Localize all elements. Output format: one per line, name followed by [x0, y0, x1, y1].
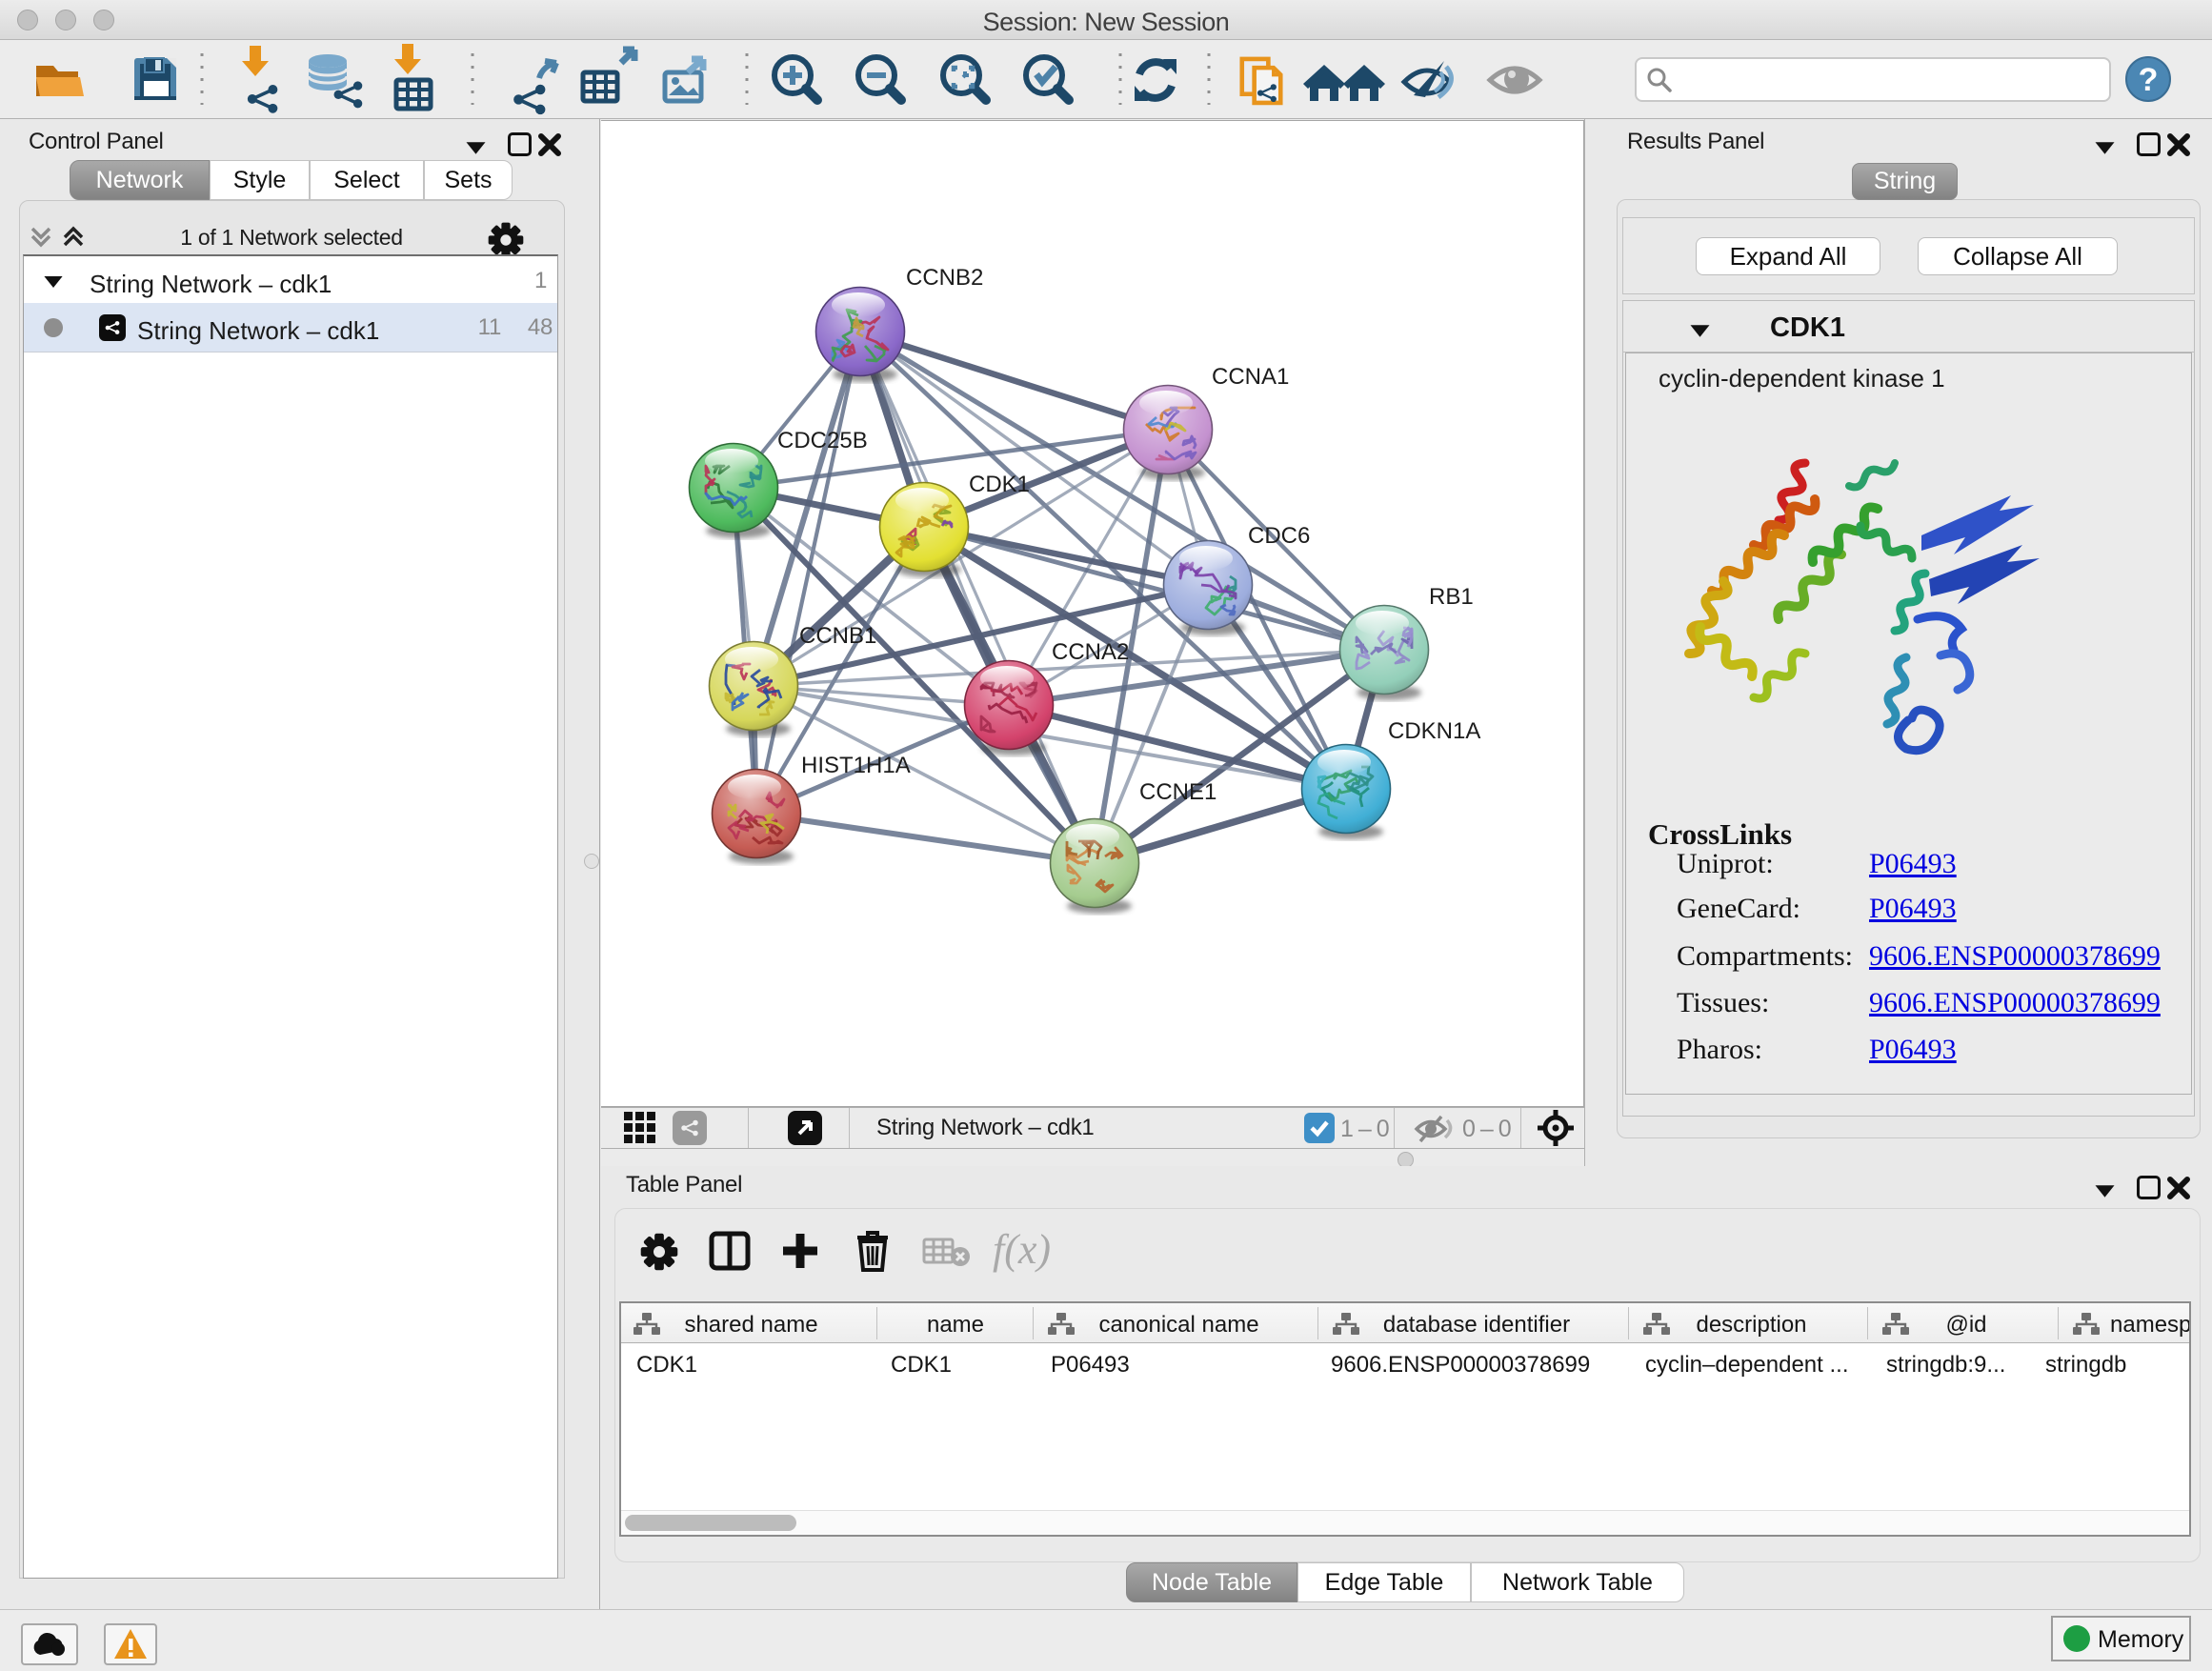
svg-text:CDK1: CDK1: [969, 472, 1030, 497]
svg-text:HIST1H1A: HIST1H1A: [801, 753, 911, 778]
svg-text:CCNA1: CCNA1: [1212, 364, 1289, 390]
svg-text:RB1: RB1: [1429, 584, 1474, 610]
svg-text:CCNB2: CCNB2: [906, 265, 983, 291]
svg-text:CCNA2: CCNA2: [1052, 639, 1129, 665]
svg-text:CCNE1: CCNE1: [1139, 779, 1217, 805]
svg-text:CDC25B: CDC25B: [777, 428, 868, 453]
svg-text:CDKN1A: CDKN1A: [1388, 718, 1480, 744]
svg-text:CDC6: CDC6: [1248, 523, 1310, 549]
svg-text:CCNB1: CCNB1: [799, 623, 876, 649]
